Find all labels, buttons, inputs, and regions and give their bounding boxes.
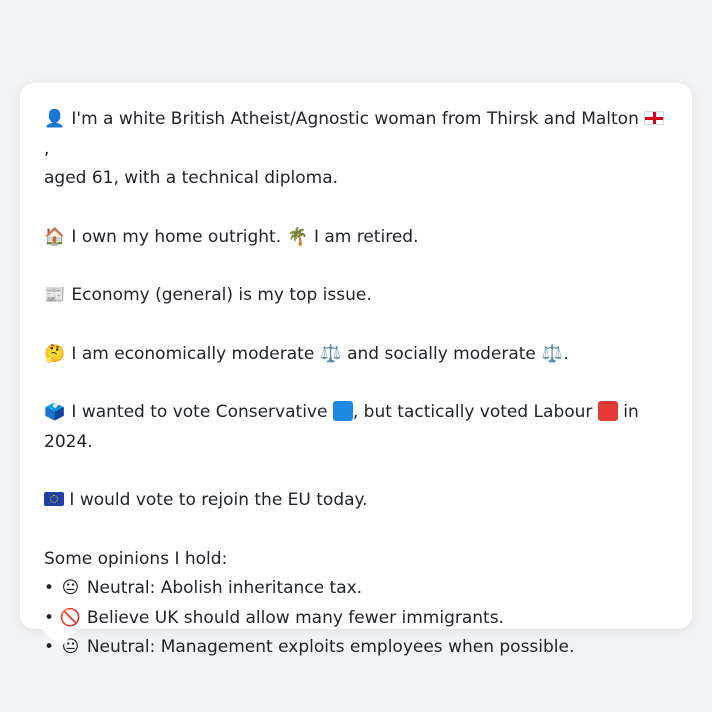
vote-paragraph: 🗳️ I wanted to vote Conservative , but t…: [44, 398, 668, 457]
conservative-square-icon: [332, 401, 353, 421]
preferred-vote-text: I wanted to vote Conservative: [71, 402, 328, 422]
opinion-item: • 🚫 Believe UK should allow many fewer i…: [44, 604, 668, 634]
opinion-item: • 😐 Neutral: Management exploits employe…: [44, 633, 668, 663]
retired-text: I am retired.: [313, 226, 419, 247]
eu-paragraph: I would vote to rejoin the EU today.: [44, 486, 668, 516]
labour-square-icon: [597, 401, 618, 421]
neutral-face-icon: 😐: [61, 578, 80, 598]
house-icon: 🏠: [44, 226, 66, 247]
social-ideology-text: and socially moderate: [347, 343, 536, 364]
balance-scale-icon: ⚖️: [320, 343, 342, 364]
profile-message-bubble: 👤 I'm a white British Atheist/Agnostic w…: [20, 83, 692, 657]
newspaper-icon: 📰: [44, 285, 66, 305]
top-issue-paragraph: 📰 Economy (general) is my top issue.: [44, 281, 668, 311]
economic-ideology-text: I am economically moderate: [71, 343, 315, 364]
palm-tree-icon: 🌴: [286, 226, 309, 247]
identity-paragraph: 👤 I'm a white British Atheist/Agnostic w…: [44, 105, 668, 194]
opinion-text: Neutral: Abolish inheritance tax.: [86, 578, 363, 598]
identity-age-text: aged 61, with a technical diploma.: [44, 168, 339, 188]
top-issue-text: Economy (general) is my top issue.: [71, 285, 372, 305]
home-paragraph: 🏠 I own my home outright. 🌴 I am retired…: [44, 223, 668, 253]
person-silhouette-icon: 👤: [44, 109, 66, 129]
eu-flag-icon: [44, 492, 64, 506]
opinions-heading: Some opinions I hold:: [44, 548, 228, 569]
opinion-text: Neutral: Management exploits employees w…: [86, 637, 575, 657]
bubble-tail: [40, 627, 80, 648]
opinion-item: • 😐 Neutral: Abolish inheritance tax.: [44, 574, 668, 604]
eu-text: I would vote to rejoin the EU today.: [69, 490, 368, 510]
thinking-face-icon: 🤔: [44, 343, 66, 364]
home-text: I own my home outright.: [71, 226, 282, 247]
opinion-text: Believe UK should allow many fewer immig…: [86, 607, 504, 628]
identity-text: I'm a white British Atheist/Agnostic wom…: [71, 109, 639, 129]
balance-scale-icon: ⚖️: [541, 343, 563, 364]
identity-comma: ,: [44, 138, 50, 159]
ideology-paragraph: 🤔 I am economically moderate ⚖️ and soci…: [44, 340, 668, 370]
england-flag-icon: [644, 111, 665, 125]
ballot-box-icon: 🗳️: [44, 402, 66, 422]
ideology-period: .: [563, 343, 569, 364]
tactical-vote-text: , but tactically voted Labour: [352, 402, 593, 422]
